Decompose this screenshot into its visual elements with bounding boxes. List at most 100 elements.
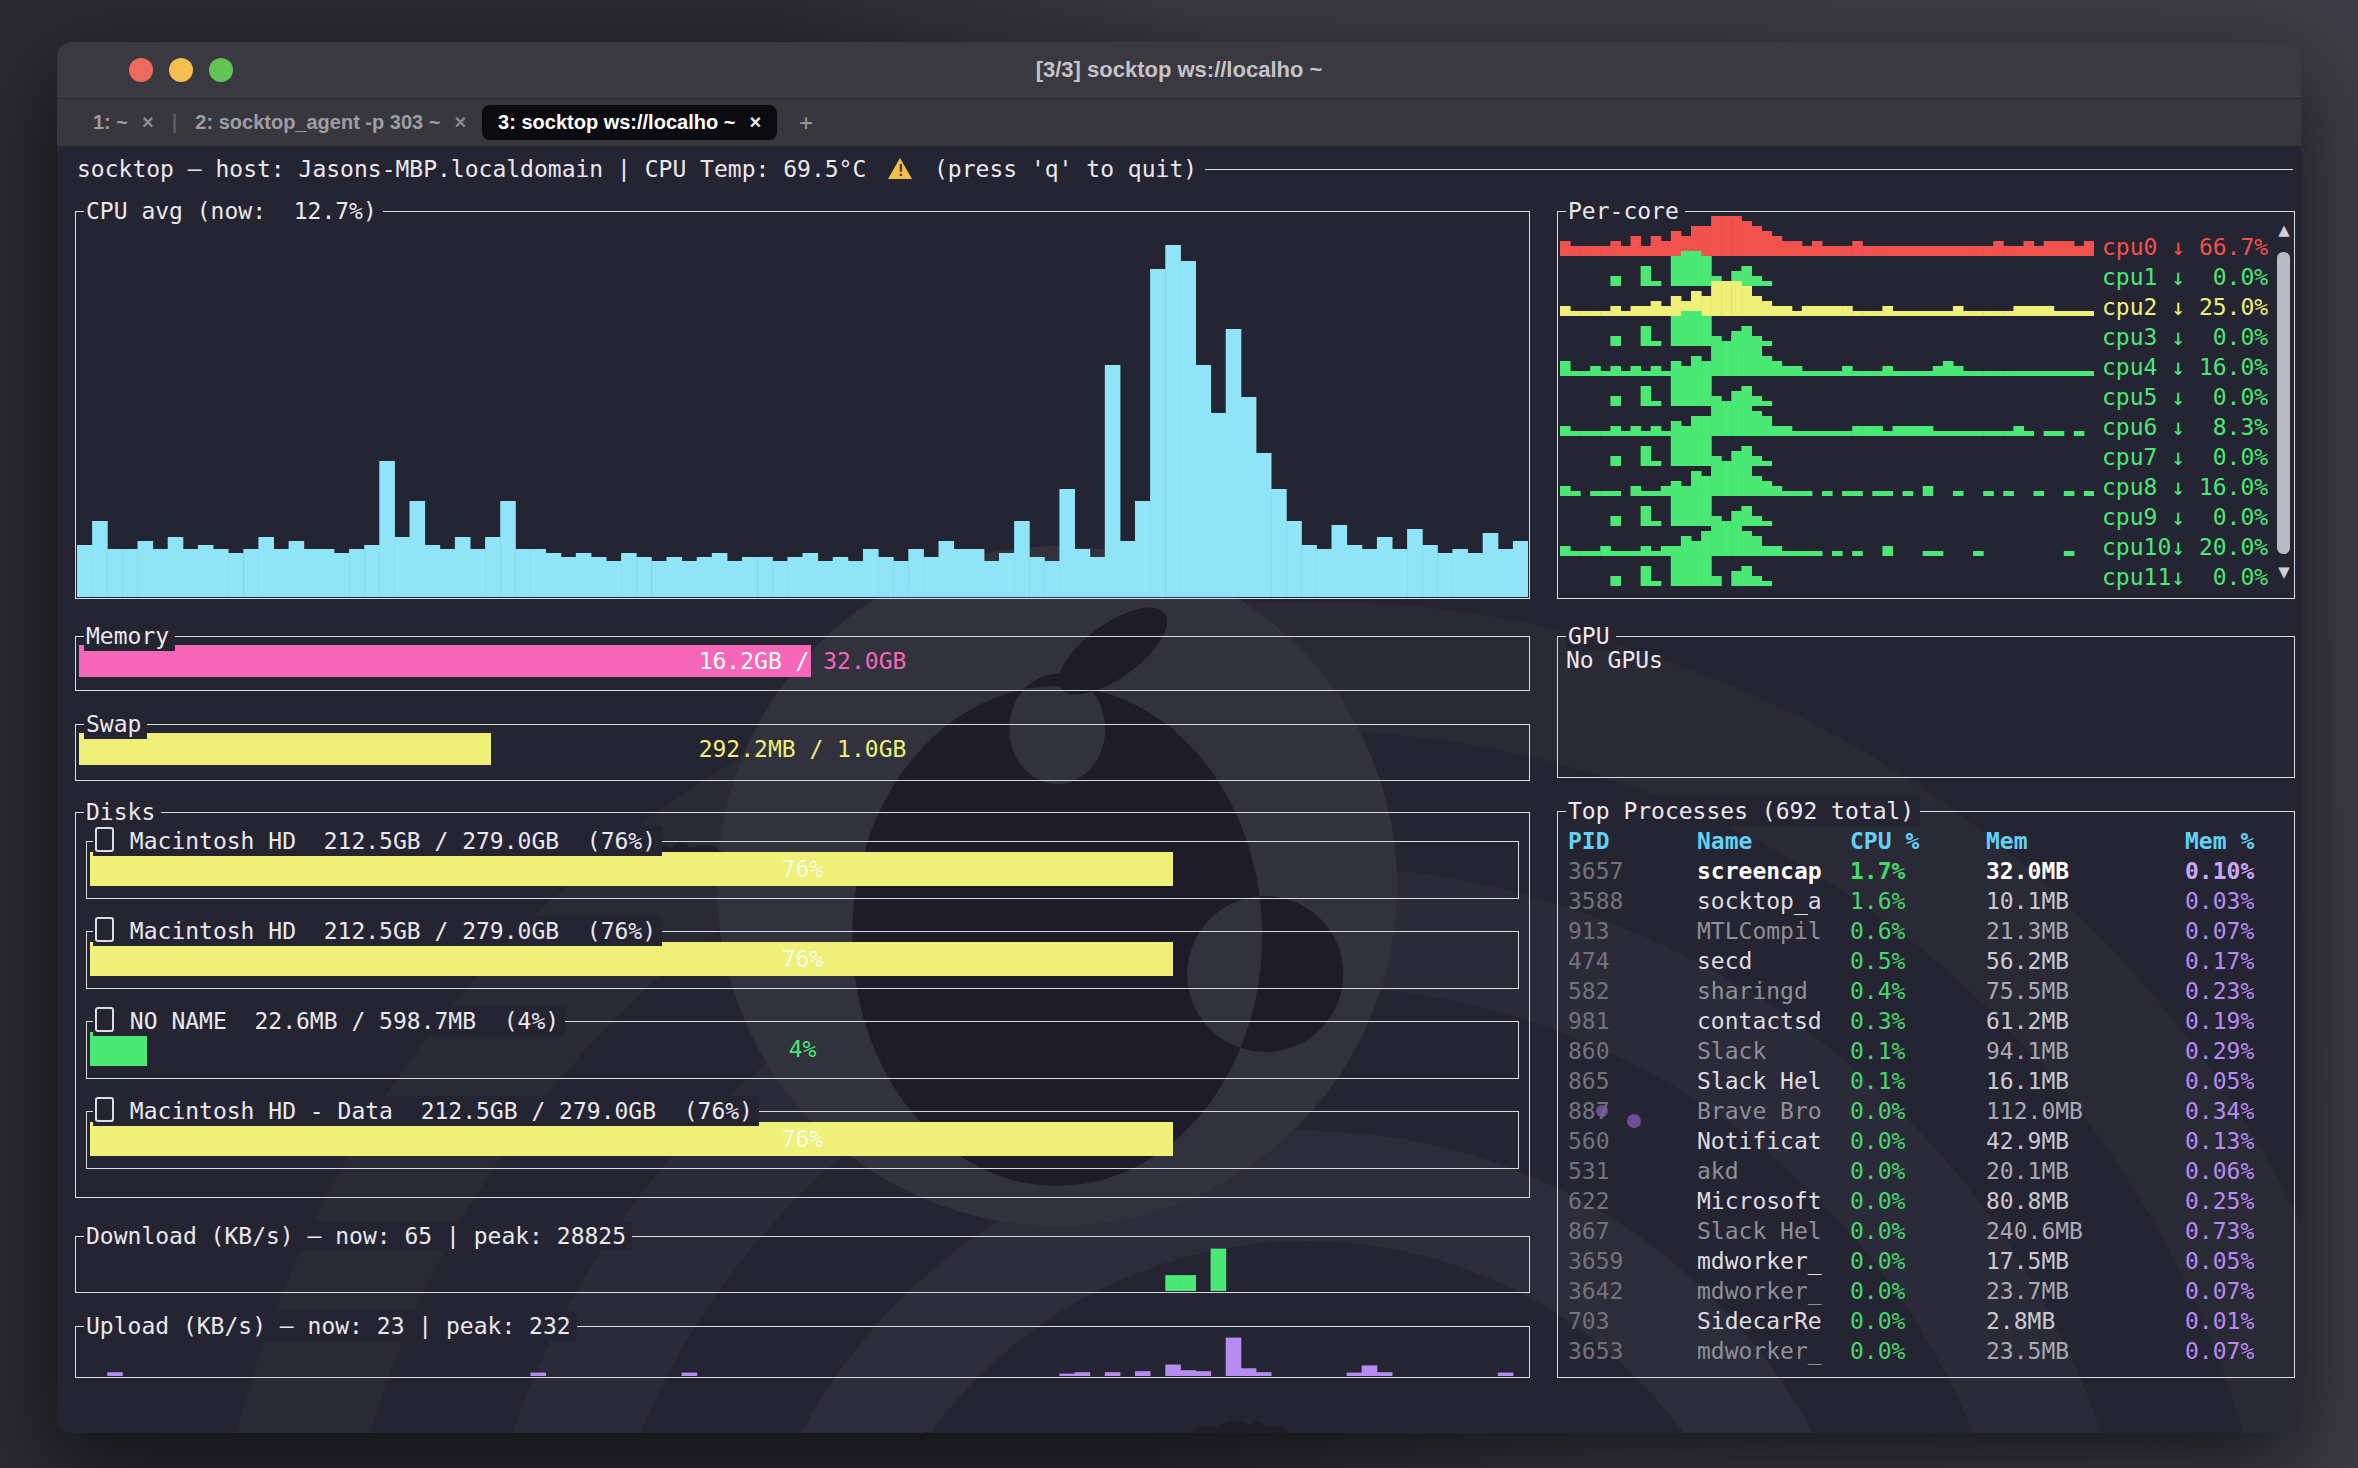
memory-panel: Memory 16.2GB / 32.0GB	[75, 636, 1530, 691]
process-pid: 582	[1568, 976, 1610, 1006]
new-tab-button[interactable]: +	[799, 109, 813, 137]
process-row: 703SidecarRe0.0%2.8MB0.01%	[1558, 1306, 2294, 1336]
window-title: [3/3] socktop ws://localho ~	[57, 57, 2301, 83]
process-row: 860Slack0.1%94.1MB0.29%	[1558, 1036, 2294, 1066]
process-pid: 867	[1568, 1216, 1610, 1246]
upload-title: Upload (KB/s) — now: 23 | peak: 232	[84, 1311, 577, 1341]
process-mempct: 0.13%	[2185, 1126, 2254, 1156]
process-mempct: 0.17%	[2185, 946, 2254, 976]
process-pid: 3653	[1568, 1336, 1623, 1366]
process-name: sharingd	[1697, 976, 1808, 1006]
host-info: socktop — host: Jasons-MBP.localdomain |…	[77, 156, 880, 182]
download-title: Download (KB/s) — now: 65 | peak: 28825	[84, 1221, 632, 1251]
process-pid: 981	[1568, 1006, 1610, 1036]
tab-1[interactable]: 1: ~×	[77, 105, 170, 140]
process-row: 3659mdworker_0.0%17.5MB0.05%	[1558, 1246, 2294, 1276]
process-mem: 112.0MB	[1986, 1096, 2083, 1126]
process-mempct: 0.05%	[2185, 1246, 2254, 1276]
process-row: 622Microsoft0.0%80.8MB0.25%	[1558, 1186, 2294, 1216]
tab-close-icon[interactable]: ×	[454, 111, 466, 134]
core-row-cpu11: cpu11↓ 0.0%	[2102, 562, 2268, 592]
memory-meter: 16.2GB / 32.0GB	[79, 645, 1526, 677]
scroll-down-icon[interactable]: ▼	[2272, 560, 2296, 582]
process-pid: 3659	[1568, 1246, 1623, 1276]
process-name: Notificat	[1697, 1126, 1822, 1156]
process-cpu: 0.4%	[1850, 976, 1905, 1006]
scroll-up-icon[interactable]: ▲	[2272, 218, 2296, 240]
disk-icon	[95, 827, 114, 852]
disks-title: Disks	[84, 797, 161, 827]
scrollbar[interactable]	[2277, 252, 2290, 554]
disk-meter: 4%	[90, 1032, 1515, 1066]
process-cpu: 0.5%	[1850, 946, 1905, 976]
status-header: socktop — host: Jasons-MBP.localdomain |…	[77, 154, 2293, 184]
swap-title: Swap	[84, 709, 147, 739]
core-row-cpu4: cpu4 ↓ 16.0%	[2102, 352, 2268, 382]
swap-label: 292.2MB / 1.0GB	[699, 736, 907, 762]
process-row: 531akd0.0%20.1MB0.06%	[1558, 1156, 2294, 1186]
tab-close-icon[interactable]: ×	[749, 111, 761, 134]
disk-meter: 76%	[90, 942, 1515, 976]
core-row-cpu6: cpu6 ↓ 8.3%	[2102, 412, 2268, 442]
process-cpu: 0.0%	[1850, 1276, 1905, 1306]
disk-icon	[95, 1097, 114, 1122]
tab-3[interactable]: 3: socktop ws://localho ~×	[482, 105, 777, 140]
tab-separator: |	[172, 111, 178, 134]
process-cpu: 0.0%	[1850, 1186, 1905, 1216]
process-mem: 61.2MB	[1986, 1006, 2069, 1036]
process-row: 474secd0.5%56.2MB0.17%	[1558, 946, 2294, 976]
tab-close-icon[interactable]: ×	[142, 111, 154, 134]
disk-meter: 76%	[90, 1122, 1515, 1156]
disk-percent-label: 4%	[789, 1036, 817, 1062]
disk-title: Macintosh HD - Data 212.5GB / 279.0GB (7…	[93, 1096, 759, 1126]
process-mem: 17.5MB	[1986, 1246, 2069, 1276]
process-name: screencap	[1697, 856, 1822, 886]
process-mempct: 0.07%	[2185, 1336, 2254, 1366]
process-mem: 42.9MB	[1986, 1126, 2069, 1156]
process-name: SidecarRe	[1697, 1306, 1822, 1336]
process-cpu: 0.1%	[1850, 1036, 1905, 1066]
disk-percent-label: 76%	[782, 946, 824, 972]
process-pid: 3588	[1568, 886, 1623, 916]
core-row-cpu7: cpu7 ↓ 0.0%	[2102, 442, 2268, 472]
disk-box: Macintosh HD - Data 212.5GB / 279.0GB (7…	[86, 1111, 1519, 1169]
process-name: secd	[1697, 946, 1752, 976]
gpu-title: GPU	[1566, 621, 1616, 651]
swap-panel: Swap 292.2MB / 1.0GB	[75, 724, 1530, 781]
process-pid: 913	[1568, 916, 1610, 946]
process-row: 560Notificat0.0%42.9MB0.13%	[1558, 1126, 2294, 1156]
process-cpu: 0.0%	[1850, 1096, 1905, 1126]
process-name: mdworker_	[1697, 1336, 1822, 1366]
process-name: Slack	[1697, 1036, 1766, 1066]
title-bar[interactable]: [3/3] socktop ws://localho ~	[57, 42, 2301, 98]
top-processes-panel: Top Processes (692 total) PIDNameCPU %Me…	[1557, 811, 2295, 1378]
cpu-avg-title: CPU avg (now: 12.7%)	[84, 196, 383, 226]
process-pid: 865	[1568, 1066, 1610, 1096]
process-mem: 23.5MB	[1986, 1336, 2069, 1366]
disks-panel: Disks Macintosh HD 212.5GB / 279.0GB (76…	[75, 812, 1530, 1198]
process-row: 3657screencap1.7%32.0MB0.10%	[1558, 856, 2294, 886]
zoom-button[interactable]	[209, 58, 233, 82]
process-cpu: 0.0%	[1850, 1216, 1905, 1246]
process-mempct: 0.06%	[2185, 1156, 2254, 1186]
process-cpu: 0.0%	[1850, 1126, 1905, 1156]
disk-label: Macintosh HD 212.5GB / 279.0GB (76%)	[116, 918, 656, 944]
upload-panel: Upload (KB/s) — now: 23 | peak: 232	[75, 1326, 1530, 1378]
process-mempct: 0.03%	[2185, 886, 2254, 916]
core-row-cpu10: cpu10↓ 20.0%	[2102, 532, 2268, 562]
download-panel: Download (KB/s) — now: 65 | peak: 28825	[75, 1236, 1530, 1293]
cpu-avg-panel: CPU avg (now: 12.7%)	[75, 211, 1530, 599]
quit-hint: (press 'q' to quit)	[920, 156, 1197, 182]
process-mempct: 0.10%	[2185, 856, 2254, 886]
process-mem: 56.2MB	[1986, 946, 2069, 976]
disk-icon	[95, 917, 114, 942]
disk-icon	[95, 1007, 114, 1032]
minimize-button[interactable]	[169, 58, 193, 82]
close-button[interactable]	[129, 58, 153, 82]
process-cpu: 1.6%	[1850, 886, 1905, 916]
core-sparkline	[1560, 528, 2094, 586]
process-row: 981contactsd0.3%61.2MB0.19%	[1558, 1006, 2294, 1036]
process-mempct: 0.05%	[2185, 1066, 2254, 1096]
tab-label: 2: socktop_agent -p 303 ~	[195, 111, 440, 134]
tab-2[interactable]: 2: socktop_agent -p 303 ~ ×	[179, 105, 482, 140]
